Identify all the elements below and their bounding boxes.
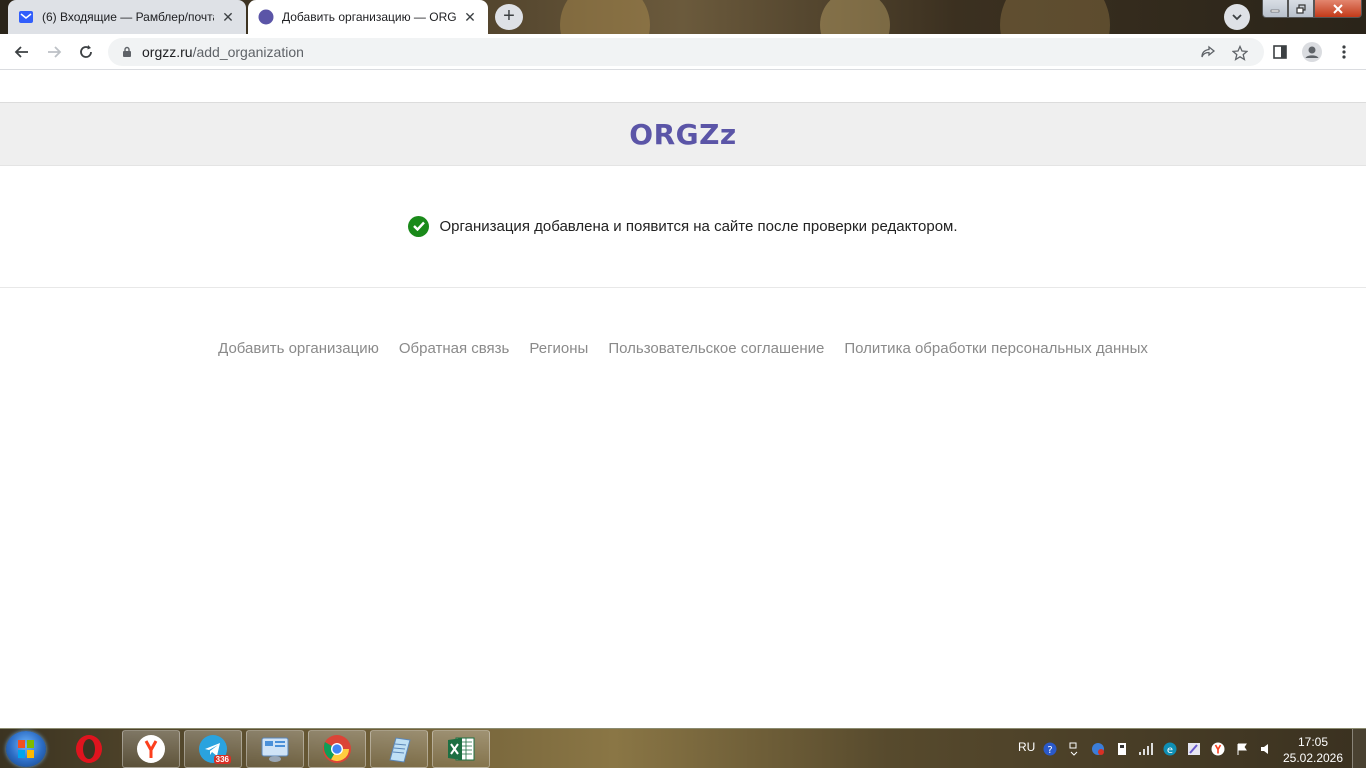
yandex-tray-icon[interactable]	[1210, 741, 1226, 757]
reload-button[interactable]	[74, 40, 98, 64]
tab-close-icon[interactable]: ✕	[220, 9, 236, 25]
show-desktop-button[interactable]	[1352, 729, 1366, 768]
side-panel-icon	[1273, 45, 1287, 59]
minimize-icon	[1270, 9, 1280, 12]
minimize-button[interactable]	[1262, 0, 1288, 18]
tab-title: (6) Входящие — Рамблер/почта	[42, 10, 214, 24]
network-signal-icon[interactable]	[1138, 741, 1154, 757]
control-panel-icon	[261, 737, 289, 762]
success-notice: Организация добавлена и появится на сайт…	[0, 215, 1366, 237]
start-button[interactable]	[6, 731, 46, 767]
menu-button[interactable]	[1332, 40, 1356, 64]
profile-button[interactable]	[1300, 40, 1324, 64]
footer-link-privacy-policy[interactable]: Политика обработки персональных данных	[844, 340, 1147, 357]
new-tab-button[interactable]: +	[495, 4, 523, 30]
taskbar-notepad[interactable]	[370, 730, 428, 768]
close-icon	[1333, 3, 1343, 14]
taskbar-chrome[interactable]	[308, 730, 366, 768]
restore-button[interactable]	[1288, 0, 1314, 18]
browser-toolbar: orgzz.ru/add_organization	[0, 34, 1366, 70]
reload-icon	[80, 45, 92, 58]
taskbar-yandex-browser[interactable]	[122, 730, 180, 768]
opera-icon	[76, 735, 102, 763]
browser-titlebar: (6) Входящие — Рамблер/почта ✕ Добавить …	[0, 0, 1366, 34]
bookmark-star-icon[interactable]	[1232, 45, 1248, 61]
site-logo[interactable]: ORGZz	[629, 118, 736, 151]
footer-link-add-organization[interactable]: Добавить организацию	[218, 340, 379, 357]
chrome-icon	[323, 735, 351, 763]
taskbar-excel[interactable]	[432, 730, 490, 768]
tab-search-button[interactable]	[1224, 4, 1250, 30]
notification-badge: 336	[213, 755, 231, 764]
share-icon[interactable]	[1200, 45, 1216, 61]
notepad-icon	[389, 737, 411, 763]
editor-tool-icon[interactable]	[1186, 741, 1202, 757]
side-panel-button[interactable]	[1268, 40, 1292, 64]
forward-button[interactable]	[42, 40, 66, 64]
windows-logo-icon	[18, 740, 34, 758]
tab-title: Добавить организацию — ORGZz	[282, 10, 456, 24]
antivirus-icon[interactable]	[1090, 741, 1106, 757]
site-header: ORGZz	[0, 102, 1366, 166]
help-icon[interactable]: ?	[1042, 741, 1058, 757]
lock-icon	[120, 45, 134, 59]
avatar-icon	[1302, 42, 1322, 62]
footer-link-regions[interactable]: Регионы	[529, 340, 588, 357]
edge-icon[interactable]: e	[1162, 741, 1178, 757]
tab-close-icon[interactable]: ✕	[462, 9, 478, 25]
forward-arrow-icon	[48, 46, 62, 58]
tab-add-organization[interactable]: Добавить организацию — ORGZz ✕	[248, 0, 488, 34]
excel-icon	[448, 737, 475, 761]
system-tray: ? e	[1038, 729, 1278, 768]
language-indicator[interactable]: RU	[1018, 740, 1035, 754]
taskbar-telegram[interactable]: 336	[184, 730, 242, 768]
url-text: orgzz.ru/add_organization	[142, 44, 304, 60]
url-path: /add_organization	[192, 44, 304, 60]
mail-icon	[18, 9, 34, 25]
close-window-button[interactable]	[1314, 0, 1362, 18]
windows-taskbar: 336 RU ? e 17:05 25.02.2026	[0, 728, 1366, 768]
address-bar[interactable]: orgzz.ru/add_organization	[108, 38, 1264, 66]
chevron-down-icon	[1232, 14, 1242, 21]
clock-time: 17:05	[1297, 735, 1329, 749]
kebab-menu-icon	[1342, 45, 1346, 59]
action-center-flag-icon[interactable]	[1234, 741, 1250, 757]
footer-nav: Добавить организацию Обратная связь Реги…	[0, 340, 1366, 357]
clock-date: 25.02.2026	[1282, 751, 1344, 765]
back-arrow-icon	[14, 46, 28, 58]
divider	[0, 287, 1366, 288]
web-page: ORGZz Организация добавлена и появится н…	[0, 70, 1366, 728]
svg-text:e: e	[1167, 745, 1173, 756]
orgzz-favicon	[258, 9, 274, 25]
tab-rambler-mail[interactable]: (6) Входящие — Рамблер/почта ✕	[8, 0, 246, 34]
svg-text:?: ?	[1047, 745, 1052, 756]
volume-icon[interactable]	[1258, 741, 1274, 757]
system-clock[interactable]: 17:05 25.02.2026	[1282, 734, 1344, 766]
back-button[interactable]	[10, 40, 34, 64]
taskbar-opera[interactable]	[60, 730, 118, 768]
restore-icon	[1296, 3, 1306, 14]
footer-link-user-agreement[interactable]: Пользовательское соглашение	[608, 340, 824, 357]
show-hidden-icons-icon[interactable]	[1066, 741, 1082, 757]
check-circle-icon	[408, 215, 430, 237]
yandex-browser-icon	[137, 735, 165, 763]
footer-link-feedback[interactable]: Обратная связь	[399, 340, 510, 357]
url-domain: orgzz.ru	[142, 44, 193, 60]
usb-device-icon[interactable]	[1114, 741, 1130, 757]
notice-message: Организация добавлена и появится на сайт…	[439, 217, 958, 235]
taskbar-control-panel[interactable]	[246, 730, 304, 768]
